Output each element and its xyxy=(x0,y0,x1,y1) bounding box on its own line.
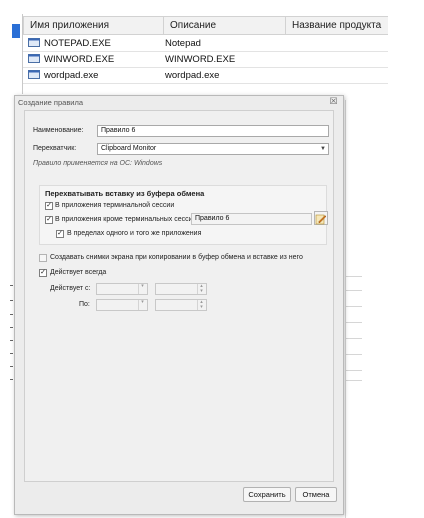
cancel-button[interactable]: Отмена xyxy=(295,487,337,502)
always-active-checkbox[interactable]: ✓ xyxy=(39,269,47,277)
screenshots-checkbox[interactable] xyxy=(39,254,47,262)
app-window-icon xyxy=(28,38,40,47)
background-tick xyxy=(10,366,13,367)
active-from-label: Действует с: xyxy=(50,285,91,292)
selection-marker xyxy=(12,24,20,38)
always-active-label: Действует всегда xyxy=(50,269,107,276)
background-tick xyxy=(10,353,13,354)
app-name-cell: WINWORD.EXE xyxy=(44,54,115,65)
name-field[interactable]: Правило 6 xyxy=(97,125,329,137)
os-note: Правило применяется на ОС: Windows xyxy=(33,160,163,167)
terminal-session-checkbox[interactable]: ✓ xyxy=(45,202,53,210)
background-panel-edge xyxy=(345,100,346,518)
table-header: Имя приложения Описание Название продукт… xyxy=(23,16,388,35)
interceptor-label: Перехватчик: xyxy=(33,145,77,152)
except-terminal-label: В приложения кроме терминальных сессий xyxy=(55,216,197,223)
background-tick xyxy=(10,285,13,286)
column-header-description[interactable]: Описание xyxy=(163,17,285,35)
interceptor-select-value: Clipboard Monitor xyxy=(101,145,157,152)
dialog-content-panel: Наименование: Правило 6 Перехватчик: Cli… xyxy=(24,110,334,482)
background-tick xyxy=(10,300,13,301)
save-button[interactable]: Сохранить xyxy=(243,487,291,502)
table-row[interactable]: wordpad.exe wordpad.exe xyxy=(23,68,388,84)
app-name-cell: wordpad.exe xyxy=(44,70,99,81)
chevron-down-icon: ▾ xyxy=(138,300,146,310)
to-date-field: ▾ xyxy=(96,299,148,311)
same-app-label: В пределах одного и того же приложения xyxy=(67,230,202,237)
edit-icon[interactable] xyxy=(314,211,328,225)
column-header-app-name[interactable]: Имя приложения xyxy=(23,17,163,35)
to-time-field: ▴ ▾ xyxy=(155,299,207,311)
create-rule-dialog: Создание правила ☒ Наименование: Правило… xyxy=(14,95,344,515)
paste-intercept-group: Перехватывать вставку из буфера обмена ✓… xyxy=(39,185,328,245)
column-header-product-name[interactable]: Название продукта xyxy=(285,17,388,35)
background-list xyxy=(345,276,362,396)
active-from-time-field: ▴ ▾ xyxy=(155,283,207,295)
app-window-icon xyxy=(28,70,40,79)
dialog-title: Создание правила xyxy=(18,98,84,107)
background-tick xyxy=(10,327,13,328)
description-cell: Notepad xyxy=(165,38,201,49)
same-app-checkbox[interactable]: ✓ xyxy=(56,230,64,238)
group-title: Перехватывать вставку из буфера обмена xyxy=(45,189,205,198)
description-cell: WINWORD.EXE xyxy=(165,54,236,65)
to-label: По: xyxy=(79,301,90,308)
chevron-down-icon: ▾ xyxy=(138,284,146,294)
name-label: Наименование: xyxy=(33,127,84,134)
background-tick xyxy=(10,314,13,315)
app-name-cell: NOTEPAD.EXE xyxy=(44,38,111,49)
description-cell: wordpad.exe xyxy=(165,70,220,81)
background-tick xyxy=(10,340,13,341)
app-window-icon xyxy=(28,54,40,63)
screenshots-label: Создавать снимки экрана при копировании … xyxy=(50,254,303,261)
spin-icon: ▴ ▾ xyxy=(197,284,205,294)
terminal-session-label: В приложения терминальной сессии xyxy=(55,202,175,209)
interceptor-select[interactable]: Clipboard Monitor ▼ xyxy=(97,143,329,155)
except-terminal-rule-field[interactable]: Правило 6 xyxy=(191,213,312,225)
close-icon[interactable]: ☒ xyxy=(329,97,338,106)
active-from-date-field: ▾ xyxy=(96,283,148,295)
table-row[interactable]: WINWORD.EXE WINWORD.EXE xyxy=(23,52,388,68)
chevron-down-icon: ▼ xyxy=(320,146,326,152)
except-terminal-checkbox[interactable]: ✓ xyxy=(45,216,53,224)
pencil-icon xyxy=(315,214,327,225)
background-tick xyxy=(10,379,13,380)
table-row[interactable]: NOTEPAD.EXE Notepad xyxy=(23,36,388,52)
spin-icon: ▴ ▾ xyxy=(197,300,205,310)
applications-table: Имя приложения Описание Название продукт… xyxy=(23,16,388,84)
